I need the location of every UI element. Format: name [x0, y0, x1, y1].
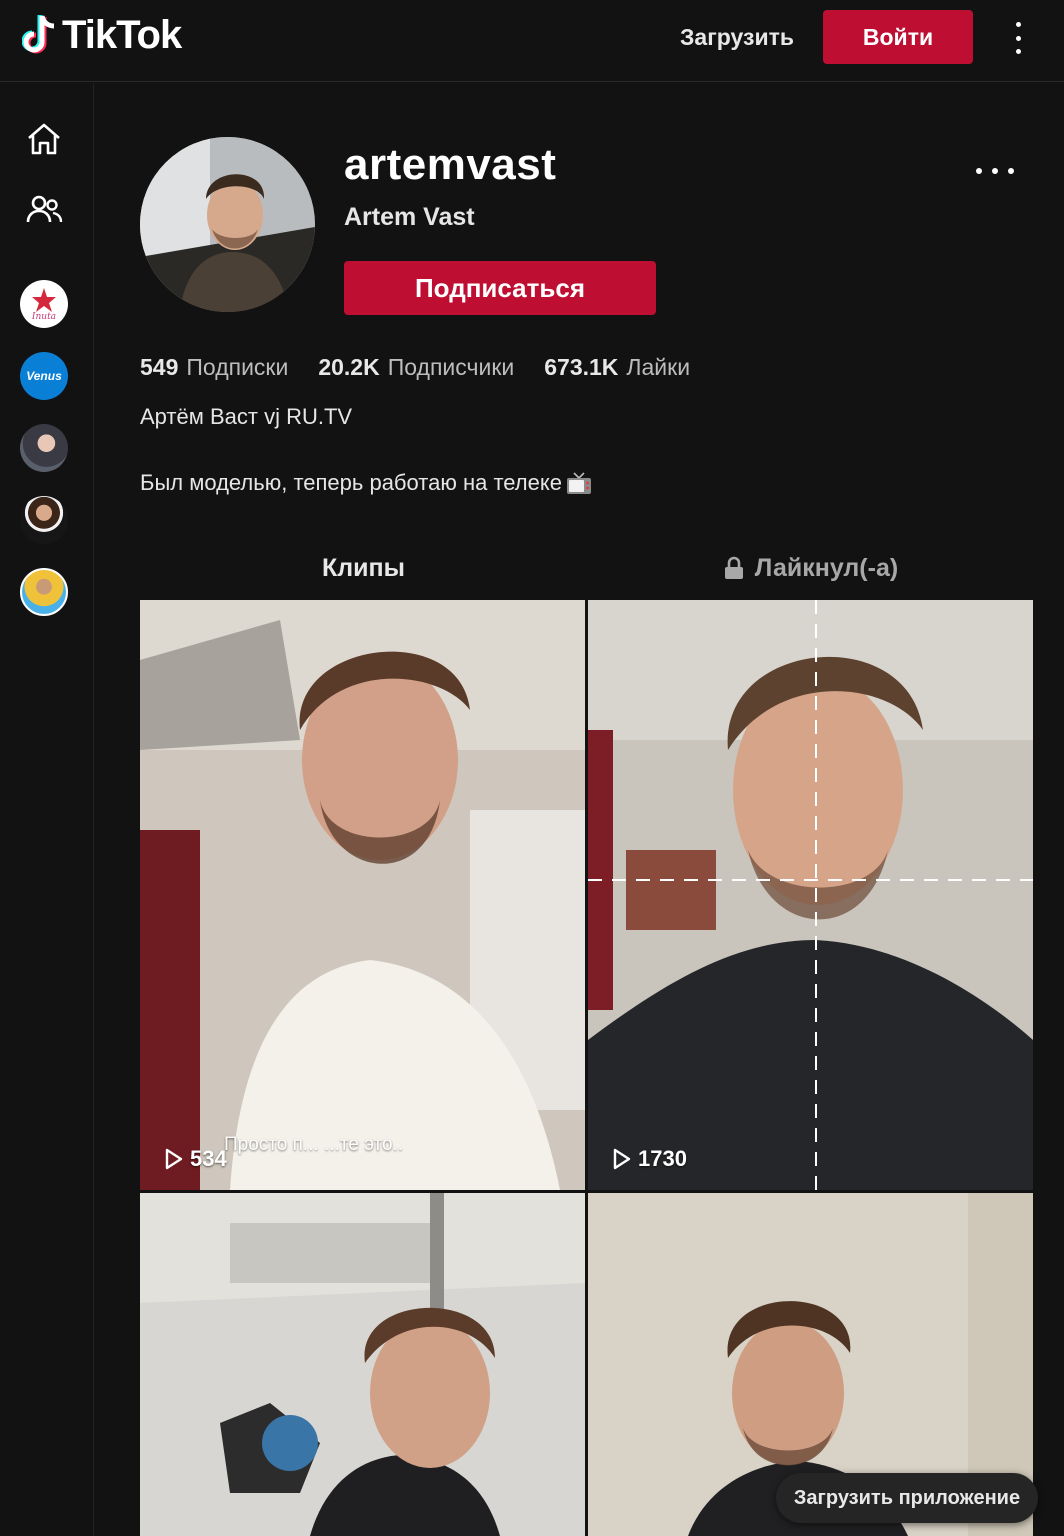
- stat-likes-label: Лайки: [626, 354, 691, 380]
- top-bar: TikTok Загрузить Войти: [0, 0, 1064, 82]
- home-icon[interactable]: [20, 115, 68, 163]
- play-icon: [165, 1148, 183, 1170]
- venus-label: Venus: [26, 369, 62, 383]
- tab-liked[interactable]: Лайкнул(-а): [587, 540, 1034, 596]
- video-thumbnail[interactable]: Просто п... ...те это.. 534: [140, 600, 585, 1190]
- stat-following[interactable]: 549 Подписки: [140, 354, 288, 381]
- follow-button[interactable]: Подписаться: [344, 261, 656, 315]
- video-caption: Просто п... ...те это..: [224, 1134, 404, 1155]
- video-views-count: 1730: [638, 1146, 687, 1171]
- upload-link[interactable]: Загрузить: [680, 24, 794, 51]
- video-views-count: 534: [190, 1146, 227, 1171]
- video-views: 1730: [612, 1146, 687, 1172]
- following-icon[interactable]: [20, 185, 68, 233]
- video-thumbnail[interactable]: [140, 1193, 585, 1536]
- account-avatar-man-yellow[interactable]: [20, 568, 68, 616]
- bio-line-1: Артём Васт vj RU.TV: [140, 404, 353, 429]
- more-horizontal-icon[interactable]: [976, 164, 1014, 178]
- tab-videos-label: Клипы: [322, 553, 405, 582]
- lock-icon: [724, 556, 743, 579]
- bio-line-2-text: Был моделью, теперь работаю на телеке: [140, 470, 562, 495]
- play-icon: [613, 1148, 631, 1170]
- more-vertical-icon[interactable]: [1004, 22, 1032, 54]
- stat-likes: 673.1K Лайки: [544, 354, 690, 381]
- stat-followers-label: Подписчики: [387, 354, 515, 380]
- stat-following-label: Подписки: [186, 354, 289, 380]
- stat-followers-value: 20.2K: [318, 354, 380, 380]
- account-avatar-venus[interactable]: Venus: [20, 352, 68, 400]
- profile-stats: 549 Подписки 20.2K Подписчики 673.1K Лайки: [140, 354, 690, 381]
- account-avatar-man-suit[interactable]: [20, 496, 68, 544]
- tiktok-note-icon: [22, 15, 55, 54]
- download-app-button[interactable]: Загрузить приложение: [776, 1473, 1038, 1523]
- profile-username: artemvast: [344, 140, 557, 189]
- stat-followers[interactable]: 20.2K Подписчики: [318, 354, 514, 381]
- tiktok-logo[interactable]: TikTok: [22, 12, 182, 58]
- login-button[interactable]: Войти: [823, 10, 973, 64]
- tab-videos[interactable]: Клипы: [140, 540, 587, 596]
- profile-avatar: [140, 137, 315, 312]
- account-avatar-inuta[interactable]: Inuta: [20, 280, 68, 328]
- profile-tabs: Клипы Лайкнул(-а): [140, 540, 1034, 596]
- tv-icon: [566, 472, 591, 494]
- account-avatar-girl[interactable]: [20, 424, 68, 472]
- inuta-label: Inuta: [31, 312, 56, 322]
- logo-text: TikTok: [62, 12, 182, 57]
- stat-following-value: 549: [140, 354, 179, 380]
- bio-line-2: Был моделью, теперь работаю на телеке: [140, 470, 592, 496]
- profile-display-name: Artem Vast: [344, 203, 475, 231]
- stat-likes-value: 673.1K: [544, 354, 619, 380]
- tab-liked-label: Лайкнул(-а): [754, 553, 899, 582]
- sidebar: Inuta Venus: [0, 83, 94, 1536]
- video-thumbnail[interactable]: 1730: [588, 600, 1033, 1190]
- video-views: 534: [164, 1146, 227, 1172]
